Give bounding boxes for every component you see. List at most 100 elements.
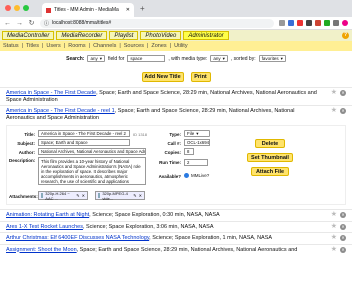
menu-administrator[interactable]: Administrator [183, 31, 229, 40]
title-editor: Title: America in Space - The First Deca… [6, 125, 346, 205]
subnav-channels[interactable]: Channels [93, 43, 116, 49]
close-window-icon[interactable] [5, 5, 11, 11]
bookmark-icon[interactable] [279, 20, 285, 26]
subnav-titles[interactable]: Titles [26, 43, 39, 49]
author-input[interactable]: National Archives, National Aeronautics … [38, 148, 146, 155]
delete-button[interactable]: Delete [255, 139, 285, 148]
star-icon[interactable]: ★ [331, 107, 337, 114]
list-item: Arthur Christmas: Elf 6400EF Discusses N… [0, 232, 352, 244]
row-icons: ★ ✕ [331, 211, 346, 218]
star-icon[interactable]: ★ [331, 234, 337, 241]
subnav-separator: | [63, 43, 66, 49]
media-type-label: , with media type: [168, 55, 208, 62]
star-icon[interactable]: ★ [331, 246, 337, 253]
list-item: Animation: Rotating Earth at Night, Scie… [0, 209, 352, 221]
available-label: Available? [158, 174, 181, 179]
remove-icon[interactable]: ✕ [82, 193, 85, 198]
delete-icon[interactable]: ✕ [340, 223, 346, 230]
add-new-title-button[interactable]: Add New Title [141, 72, 184, 82]
subnav-separator: | [41, 43, 44, 49]
list-item-text: Arthur Christmas: Elf 6400EF Discusses N… [6, 235, 346, 242]
menu-mediacontroller[interactable]: MediaController [2, 31, 55, 40]
reload-icon[interactable]: ↻ [28, 19, 35, 27]
title-link[interactable]: America in Space - The First Decade - re… [6, 108, 115, 114]
subnav-zones[interactable]: Zones [151, 43, 166, 49]
media-type-select[interactable]: any ▾ [210, 55, 228, 62]
extension-icon[interactable] [288, 20, 294, 26]
puzzle-icon[interactable] [333, 20, 339, 26]
title-link[interactable]: Ares 1-X Test Rocket Launches [6, 224, 83, 230]
set-thumbnail-button[interactable]: Set Thumbnail [247, 153, 293, 162]
attach-file-button[interactable]: Attach File [251, 167, 289, 176]
minimize-window-icon[interactable] [14, 5, 20, 11]
title-link[interactable]: America in Space - The First Decade [6, 90, 96, 96]
title-input[interactable]: America in Space - The First Decade - re… [38, 130, 130, 137]
field-for-label: field for [108, 55, 125, 62]
row-icons: ★ ✕ [331, 107, 346, 114]
chevron-down-icon: ▾ [196, 130, 199, 136]
delete-icon[interactable]: ✕ [340, 90, 346, 96]
mmlive-checkbox[interactable]: MMLive? [184, 173, 209, 178]
star-icon[interactable]: ★ [331, 89, 337, 96]
extension-icon[interactable] [315, 20, 321, 26]
star-icon[interactable]: ★ [331, 211, 337, 218]
copies-label: Copies: [164, 150, 181, 155]
subnav-users[interactable]: Users [46, 43, 60, 49]
list-item-text: Animation: Rotating Earth at Night, Scie… [6, 212, 346, 219]
new-tab-button[interactable]: + [140, 4, 145, 13]
favicon-icon [46, 7, 51, 13]
browser-tab[interactable]: Titles - MM Admin - MediaMa ✕ [42, 3, 134, 17]
remove-icon[interactable]: ✕ [139, 193, 142, 198]
browser-tabbar: Titles - MM Admin - MediaMa ✕ + [0, 0, 352, 17]
maximize-window-icon[interactable] [23, 5, 29, 11]
extension-icon[interactable] [306, 20, 312, 26]
attachment-item[interactable]: 320p-MPEG-4 vide... ✎ ✕ [95, 191, 145, 201]
checkbox-label: MMLive? [191, 173, 210, 178]
menu-mediarecorder[interactable]: MediaRecorder [56, 31, 108, 40]
sort-select[interactable]: favorites ▾ [258, 55, 286, 62]
delete-icon[interactable]: ✕ [340, 235, 346, 241]
subnav-status[interactable]: Status [3, 43, 19, 49]
print-button[interactable]: Print [190, 72, 211, 82]
star-icon[interactable]: ★ [331, 223, 337, 230]
list-item-text: Assignment: Shoot the Moon, Space; Earth… [6, 247, 346, 254]
title-link[interactable]: Arthur Christmas: Elf 6400EF Discusses N… [6, 235, 149, 241]
search-input[interactable]: space [127, 55, 166, 62]
file-icon [41, 193, 44, 198]
attachment-item[interactable]: 320p-H.264 ~ AAC ... ✎ ✕ [38, 191, 88, 201]
call-number-input[interactable]: OCL-1x694 [184, 139, 210, 146]
tab-close-icon[interactable]: ✕ [126, 7, 130, 13]
title-link[interactable]: Animation: Rotating Earth at Night [6, 212, 89, 218]
subnav-utility[interactable]: Utility [174, 43, 187, 49]
title-link[interactable]: Assignment: Shoot the Moon [6, 247, 77, 253]
edit-icon[interactable]: ✎ [133, 193, 136, 198]
type-select[interactable]: File ▾ [184, 130, 210, 137]
profile-avatar[interactable] [342, 20, 348, 26]
menu-playlist[interactable]: Playlist [109, 31, 139, 40]
run-time-input[interactable]: 2 [184, 159, 208, 166]
copies-input[interactable]: 8 [184, 148, 194, 155]
delete-icon[interactable]: ✕ [340, 108, 346, 114]
chevron-down-icon: ▾ [99, 55, 102, 61]
description-textarea[interactable]: This film provides a 10-year history of … [38, 157, 146, 185]
list-item: America in Space - The First Decade - re… [0, 105, 352, 123]
author-label: Author: [18, 150, 35, 155]
edit-icon[interactable]: ✎ [76, 193, 79, 198]
extension-icon[interactable] [324, 20, 330, 26]
file-icon [98, 193, 101, 198]
search-scope-select[interactable]: any ▾ [87, 55, 105, 62]
menu-photovideo[interactable]: PhotoVideo [140, 31, 182, 40]
subnav-separator: | [119, 43, 121, 49]
subnav-rooms[interactable]: Rooms [68, 43, 85, 49]
title-label: Title: [24, 132, 35, 137]
list-item-text: Ares 1-X Test Rocket Launches, Science; … [6, 224, 346, 231]
help-icon[interactable]: ? [342, 32, 349, 39]
subnav-sources[interactable]: Sources [124, 43, 144, 49]
delete-icon[interactable]: ✕ [340, 212, 346, 218]
back-icon[interactable]: ← [4, 20, 11, 27]
delete-icon[interactable]: ✕ [340, 246, 346, 253]
address-bar[interactable]: ⓘ localhost:8088/mma/titles# [40, 18, 274, 28]
forward-icon[interactable]: → [16, 20, 23, 27]
extension-icon[interactable] [297, 20, 303, 26]
subject-input[interactable]: Space; Earth and Space [38, 139, 130, 146]
